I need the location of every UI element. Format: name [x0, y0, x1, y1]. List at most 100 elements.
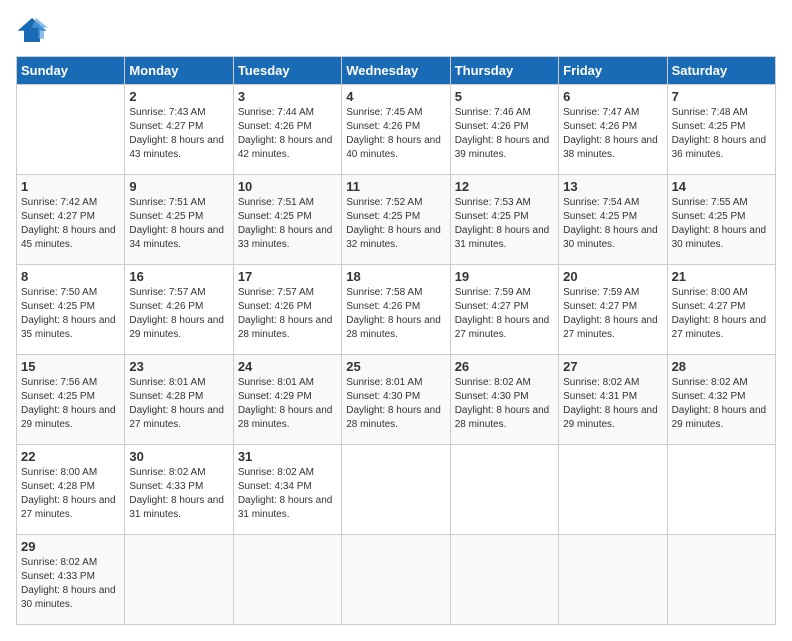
day-number: 13 [563, 179, 662, 194]
day-number: 19 [455, 269, 554, 284]
week-row-2: 8 Sunrise: 7:50 AMSunset: 4:25 PMDaylight… [17, 265, 776, 355]
day-info: Sunrise: 7:50 AMSunset: 4:25 PMDaylight:… [21, 286, 120, 342]
day-number: 6 [563, 89, 662, 104]
day-info: Sunrise: 8:02 AMSunset: 4:34 PMDaylight:… [238, 466, 337, 522]
calendar-cell: 10Sunrise: 7:51 AMSunset: 4:25 PMDayligh… [233, 175, 341, 265]
day-header-monday: Monday [125, 57, 233, 85]
calendar-cell: 13 Sunrise: 7:54 AMSunset: 4:25 PMDayligh… [559, 175, 667, 265]
week-row-3: 15 Sunrise: 7:56 AMSunset: 4:25 PMDayligh… [17, 355, 776, 445]
calendar-cell: 29Sunrise: 8:02 AMSunset: 4:33 PMDayligh… [17, 535, 125, 625]
day-number: 11 [346, 179, 445, 194]
calendar-cell: 24Sunrise: 8:01 AMSunset: 4:29 PMDayligh… [233, 355, 341, 445]
calendar-cell [667, 445, 775, 535]
day-number: 8 [21, 269, 120, 284]
week-row-4: 22 Sunrise: 8:00 AMSunset: 4:28 PMDayligh… [17, 445, 776, 535]
calendar-table: SundayMondayTuesdayWednesdayThursdayFrid… [16, 56, 776, 625]
day-info: Sunrise: 8:01 AMSunset: 4:29 PMDaylight:… [238, 376, 337, 432]
day-number: 18 [346, 269, 445, 284]
calendar-cell: 12 Sunrise: 7:53 AMSunset: 4:25 PMDayligh… [450, 175, 558, 265]
day-info: Sunrise: 7:44 AMSunset: 4:26 PMDaylight:… [238, 106, 337, 162]
day-info: Sunrise: 7:43 AMSunset: 4:27 PMDaylight:… [129, 106, 228, 162]
day-info: Sunrise: 7:51 AMSunset: 4:25 PMDaylight:… [238, 196, 337, 252]
week-row-0: 2 Sunrise: 7:43 AMSunset: 4:27 PMDaylight… [17, 85, 776, 175]
day-number: 5 [455, 89, 554, 104]
day-info: Sunrise: 7:59 AMSunset: 4:27 PMDaylight:… [563, 286, 662, 342]
calendar-cell: 4Sunrise: 7:45 AMSunset: 4:26 PMDaylight… [342, 85, 450, 175]
calendar-cell: 22 Sunrise: 8:00 AMSunset: 4:28 PMDayligh… [17, 445, 125, 535]
calendar-cell: 15 Sunrise: 7:56 AMSunset: 4:25 PMDayligh… [17, 355, 125, 445]
day-number: 17 [238, 269, 337, 284]
calendar-cell: 5 Sunrise: 7:46 AMSunset: 4:26 PMDaylight… [450, 85, 558, 175]
calendar-cell: 26Sunrise: 8:02 AMSunset: 4:30 PMDayligh… [450, 355, 558, 445]
calendar-cell: 27 Sunrise: 8:02 AMSunset: 4:31 PMDayligh… [559, 355, 667, 445]
day-header-friday: Friday [559, 57, 667, 85]
calendar-cell: 2 Sunrise: 7:43 AMSunset: 4:27 PMDaylight… [125, 85, 233, 175]
calendar-cell [342, 535, 450, 625]
day-number: 22 [21, 449, 120, 464]
calendar-cell [125, 535, 233, 625]
day-number: 28 [672, 359, 771, 374]
day-header-saturday: Saturday [667, 57, 775, 85]
day-info: Sunrise: 7:58 AMSunset: 4:26 PMDaylight:… [346, 286, 445, 342]
day-info: Sunrise: 7:55 AMSunset: 4:25 PMDaylight:… [672, 196, 771, 252]
calendar-cell [667, 535, 775, 625]
logo-icon [16, 16, 48, 44]
calendar-cell: 1 Sunrise: 7:42 AMSunset: 4:27 PMDaylight… [17, 175, 125, 265]
day-info: Sunrise: 7:47 AMSunset: 4:26 PMDaylight:… [563, 106, 662, 162]
day-number: 15 [21, 359, 120, 374]
day-info: Sunrise: 7:48 AMSunset: 4:25 PMDaylight:… [672, 106, 771, 162]
day-number: 12 [455, 179, 554, 194]
calendar-cell: 25Sunrise: 8:01 AMSunset: 4:30 PMDayligh… [342, 355, 450, 445]
day-info: Sunrise: 8:02 AMSunset: 4:30 PMDaylight:… [455, 376, 554, 432]
day-number: 4 [346, 89, 445, 104]
calendar-cell: 3 Sunrise: 7:44 AMSunset: 4:26 PMDaylight… [233, 85, 341, 175]
day-header-sunday: Sunday [17, 57, 125, 85]
day-info: Sunrise: 8:00 AMSunset: 4:27 PMDaylight:… [672, 286, 771, 342]
day-number: 21 [672, 269, 771, 284]
day-info: Sunrise: 7:53 AMSunset: 4:25 PMDaylight:… [455, 196, 554, 252]
calendar-cell [559, 445, 667, 535]
day-number: 25 [346, 359, 445, 374]
day-info: Sunrise: 8:02 AMSunset: 4:32 PMDaylight:… [672, 376, 771, 432]
day-number: 23 [129, 359, 228, 374]
header [16, 16, 776, 44]
calendar-cell: 23 Sunrise: 8:01 AMSunset: 4:28 PMDayligh… [125, 355, 233, 445]
day-info: Sunrise: 7:42 AMSunset: 4:27 PMDaylight:… [21, 196, 120, 252]
calendar-cell [559, 535, 667, 625]
day-info: Sunrise: 8:00 AMSunset: 4:28 PMDaylight:… [21, 466, 120, 522]
calendar-cell [450, 535, 558, 625]
calendar-cell [233, 535, 341, 625]
calendar-cell: 20 Sunrise: 7:59 AMSunset: 4:27 PMDayligh… [559, 265, 667, 355]
calendar-cell [450, 445, 558, 535]
days-header-row: SundayMondayTuesdayWednesdayThursdayFrid… [17, 57, 776, 85]
day-header-wednesday: Wednesday [342, 57, 450, 85]
calendar-cell [342, 445, 450, 535]
week-row-1: 1 Sunrise: 7:42 AMSunset: 4:27 PMDaylight… [17, 175, 776, 265]
day-info: Sunrise: 8:02 AMSunset: 4:31 PMDaylight:… [563, 376, 662, 432]
day-info: Sunrise: 8:02 AMSunset: 4:33 PMDaylight:… [21, 556, 120, 612]
day-header-thursday: Thursday [450, 57, 558, 85]
calendar-cell: 16Sunrise: 7:57 AMSunset: 4:26 PMDayligh… [125, 265, 233, 355]
day-info: Sunrise: 7:46 AMSunset: 4:26 PMDaylight:… [455, 106, 554, 162]
day-info: Sunrise: 7:51 AMSunset: 4:25 PMDaylight:… [129, 196, 228, 252]
logo [16, 16, 52, 44]
calendar-cell: 14Sunrise: 7:55 AMSunset: 4:25 PMDayligh… [667, 175, 775, 265]
calendar-cell: 17 Sunrise: 7:57 AMSunset: 4:26 PMDayligh… [233, 265, 341, 355]
day-number: 20 [563, 269, 662, 284]
calendar-cell: 18 Sunrise: 7:58 AMSunset: 4:26 PMDayligh… [342, 265, 450, 355]
day-info: Sunrise: 7:59 AMSunset: 4:27 PMDaylight:… [455, 286, 554, 342]
day-info: Sunrise: 7:57 AMSunset: 4:26 PMDaylight:… [238, 286, 337, 342]
day-number: 2 [129, 89, 228, 104]
day-number: 3 [238, 89, 337, 104]
calendar-cell: 31Sunrise: 8:02 AMSunset: 4:34 PMDayligh… [233, 445, 341, 535]
day-info: Sunrise: 7:56 AMSunset: 4:25 PMDaylight:… [21, 376, 120, 432]
calendar-cell: 30Sunrise: 8:02 AMSunset: 4:33 PMDayligh… [125, 445, 233, 535]
day-info: Sunrise: 8:01 AMSunset: 4:28 PMDaylight:… [129, 376, 228, 432]
day-header-tuesday: Tuesday [233, 57, 341, 85]
day-number: 7 [672, 89, 771, 104]
day-number: 1 [21, 179, 120, 194]
calendar-cell: 6 Sunrise: 7:47 AMSunset: 4:26 PMDaylight… [559, 85, 667, 175]
day-number: 30 [129, 449, 228, 464]
day-info: Sunrise: 7:54 AMSunset: 4:25 PMDaylight:… [563, 196, 662, 252]
day-number: 27 [563, 359, 662, 374]
